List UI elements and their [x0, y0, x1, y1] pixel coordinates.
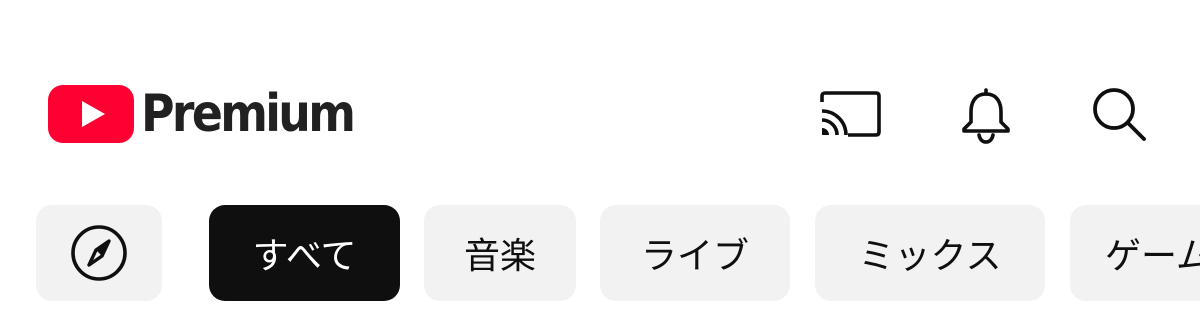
chip-gaming[interactable]: ゲーム	[1070, 205, 1200, 301]
search-button[interactable]	[1083, 84, 1155, 144]
cast-icon	[820, 91, 881, 137]
chip-label: 音楽	[463, 236, 536, 277]
chip-all[interactable]: すべて	[209, 205, 400, 301]
compass-icon	[71, 225, 127, 281]
cast-button[interactable]	[814, 84, 886, 144]
chip-label: すべて	[252, 236, 357, 277]
explore-chip[interactable]	[36, 205, 162, 301]
chip-live[interactable]: ライブ	[600, 205, 790, 301]
logo-text: Premium	[141, 84, 356, 144]
category-chip-bar: すべて 音楽 ライブ ミックス ゲーム	[0, 205, 1200, 301]
chip-mix[interactable]: ミックス	[815, 205, 1045, 301]
notifications-button[interactable]	[950, 84, 1022, 144]
bell-icon	[962, 88, 1010, 144]
chip-label: ライブ	[640, 236, 749, 277]
youtube-play-icon	[48, 85, 134, 143]
chip-label: ミックス	[858, 236, 1002, 277]
chip-music[interactable]: 音楽	[424, 205, 576, 301]
youtube-premium-logo[interactable]: Premium	[47, 84, 382, 144]
search-icon	[1093, 88, 1146, 141]
app-page: Premium すべて 音楽 ライブ ミックス ゲーム	[0, 0, 1200, 310]
chip-label: ゲーム	[1105, 236, 1200, 277]
